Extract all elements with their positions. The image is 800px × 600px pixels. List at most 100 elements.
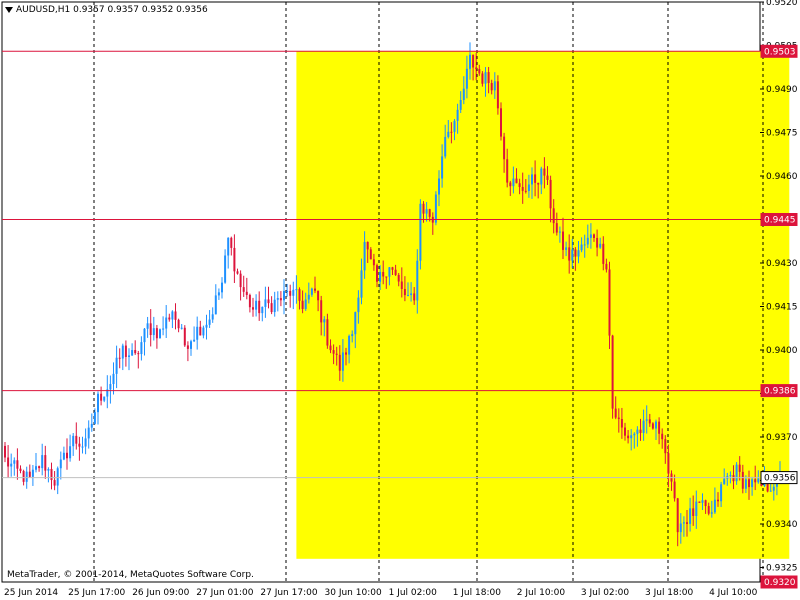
candlestick-chart[interactable]: 25 Jun 2014 25 Jun 17:00 26 Jun 09:00 27 Ju… xyxy=(0,0,800,600)
candle-body xyxy=(695,501,698,516)
candle-body xyxy=(273,299,276,313)
candle-body xyxy=(602,243,605,264)
candle-body xyxy=(624,427,626,436)
chart-window[interactable]: 25 Jun 2014 25 Jun 17:00 26 Jun 09:00 27 Ju… xyxy=(0,0,800,600)
candle-body xyxy=(611,335,614,409)
candle-body xyxy=(59,459,62,469)
candle-body xyxy=(155,328,158,339)
candle-body xyxy=(593,234,595,238)
candle-body xyxy=(692,508,695,516)
candle-body xyxy=(645,419,648,421)
candle-body xyxy=(258,300,261,314)
candle-body xyxy=(453,120,456,132)
candle-body xyxy=(583,244,586,246)
candle-body xyxy=(673,481,676,499)
candle-body xyxy=(689,508,692,524)
candle-body xyxy=(10,463,13,467)
candle-body xyxy=(713,499,716,513)
candle-body xyxy=(298,289,301,301)
candle-body xyxy=(329,345,332,351)
x-tick-label: 1 Jul 18:00 xyxy=(453,588,502,598)
candle-body xyxy=(484,72,487,84)
candle-body xyxy=(115,357,118,374)
candle-body xyxy=(78,443,81,447)
candle-body xyxy=(394,269,397,275)
candle-body xyxy=(385,276,388,278)
candle-body xyxy=(97,393,99,413)
candle-body xyxy=(276,298,279,300)
candle-body xyxy=(555,223,558,233)
candle-body xyxy=(180,327,183,329)
candle-body xyxy=(348,335,351,355)
x-tick-label: 30 Jun 10:00 xyxy=(325,588,382,598)
candle-body xyxy=(335,353,338,355)
candle-body xyxy=(19,468,22,471)
candle-body xyxy=(168,317,171,320)
candle-body xyxy=(772,486,775,491)
candle-body xyxy=(741,471,744,489)
candle-body xyxy=(425,209,428,214)
candle-body xyxy=(109,384,112,390)
candle-body xyxy=(366,241,369,250)
candle-body xyxy=(162,328,165,330)
candle-body xyxy=(196,326,199,340)
dropdown-triangle-icon[interactable] xyxy=(5,6,13,13)
candle-body xyxy=(434,194,437,223)
candle-body xyxy=(50,468,53,481)
candle-body xyxy=(7,457,10,467)
candle-body xyxy=(112,373,115,385)
axis-bottom-price-label: 0.9320 xyxy=(764,578,796,588)
candle-body xyxy=(757,478,760,483)
y-tick-label: 0.9325 xyxy=(766,564,798,574)
candle-body xyxy=(744,479,747,489)
candle-body xyxy=(177,319,180,329)
candle-body xyxy=(552,208,555,224)
candle-body xyxy=(289,290,292,296)
candle-body xyxy=(159,329,161,339)
highlight-zone xyxy=(296,51,790,559)
x-tick-label: 27 Jun 01:00 xyxy=(196,588,253,598)
candle-body xyxy=(152,328,155,336)
candle-body xyxy=(174,311,177,320)
candle-body xyxy=(540,168,543,185)
level-price-label: 0.9386 xyxy=(764,387,796,397)
candle-body xyxy=(376,265,378,282)
candle-body xyxy=(500,108,502,137)
candle-body xyxy=(124,345,127,357)
candle-body xyxy=(410,293,413,296)
current-price-label: 0.9356 xyxy=(764,474,796,484)
x-tick-label: 26 Jun 09:00 xyxy=(132,588,189,598)
candle-body xyxy=(118,357,121,359)
x-tick-label: 1 Jul 02:00 xyxy=(389,588,438,598)
candle-body xyxy=(199,326,202,336)
candle-body xyxy=(31,469,34,477)
candle-body xyxy=(137,353,140,355)
candle-body xyxy=(571,249,574,261)
candle-body xyxy=(252,307,254,310)
candle-body xyxy=(224,255,227,283)
candle-body xyxy=(723,478,726,485)
candle-body xyxy=(549,179,552,209)
candle-body xyxy=(577,250,580,257)
candle-body xyxy=(236,271,239,274)
candle-body xyxy=(580,244,583,251)
candle-body xyxy=(267,299,270,304)
candle-body xyxy=(69,446,72,459)
candle-body xyxy=(475,67,478,70)
candle-body xyxy=(664,439,667,454)
candle-body xyxy=(25,471,28,482)
candle-body xyxy=(56,468,59,486)
candle-body xyxy=(72,435,75,447)
candle-body xyxy=(478,69,481,74)
candle-body xyxy=(100,393,103,401)
y-tick-label: 0.9460 xyxy=(766,172,798,182)
candle-body xyxy=(279,298,282,301)
candle-body xyxy=(171,311,174,320)
candle-body xyxy=(28,471,31,477)
candle-body xyxy=(441,156,444,179)
candle-body xyxy=(47,468,50,471)
candle-body xyxy=(472,54,475,68)
candle-body xyxy=(314,288,316,291)
candle-body xyxy=(655,421,657,429)
candle-body xyxy=(264,299,267,307)
